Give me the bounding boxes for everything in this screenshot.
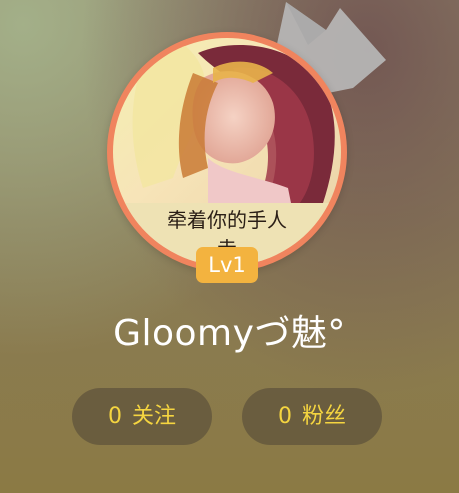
- fans-label: 粉丝: [301, 404, 346, 429]
- following-label: 关注: [131, 404, 176, 429]
- level-badge: Lv1: [196, 247, 258, 283]
- avatar[interactable]: 牵着你的手人 走: [107, 32, 347, 272]
- username: Gloomyづ魅°: [113, 313, 346, 354]
- following-button[interactable]: 0 关注: [72, 388, 212, 445]
- avatar-caption-line1: 牵着你的手人: [167, 208, 287, 232]
- following-count: 0: [107, 404, 122, 429]
- fans-button[interactable]: 0 粉丝: [242, 388, 382, 445]
- fans-count: 0: [277, 404, 292, 429]
- avatar-image: 牵着你的手人 走: [113, 38, 341, 266]
- profile-header: 牵着你的手人 走 Lv1 Gloomyづ魅° 0 关注 0 粉丝: [0, 0, 459, 493]
